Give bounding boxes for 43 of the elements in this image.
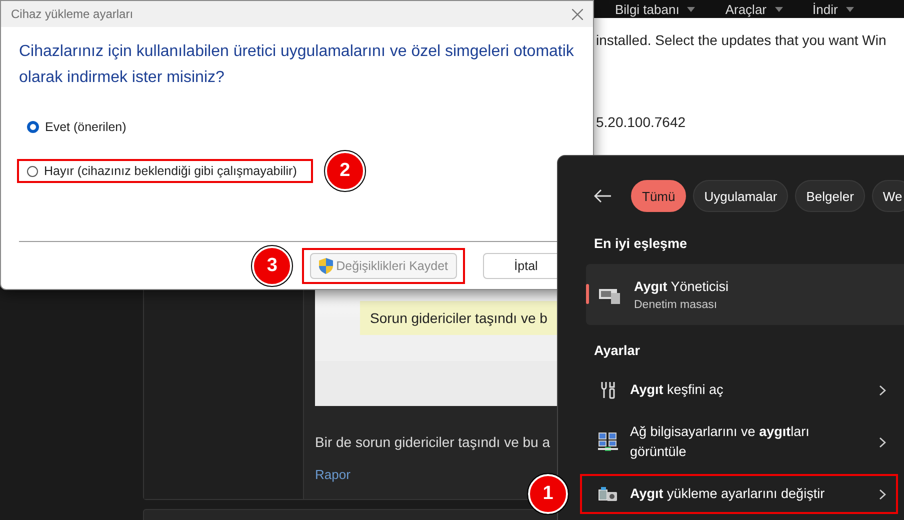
filter-tab[interactable]: We xyxy=(872,180,904,212)
number-badge: 2 xyxy=(324,151,365,191)
network-icon xyxy=(598,432,618,452)
result-title: Aygıt Yöneticisi xyxy=(634,278,729,294)
shield-icon xyxy=(319,258,334,274)
radio-button[interactable] xyxy=(27,121,39,133)
device-icon xyxy=(598,484,618,504)
note-text: Sorun gidericiler taşındı ve b xyxy=(360,301,558,335)
result-label: Aygıt yükleme ayarlarını değiştir xyxy=(630,485,826,503)
window-title: Cihaz yükleme ayarları xyxy=(11,7,134,21)
post-text: Bir de sorun gidericiler taşındı ve bu a xyxy=(315,434,550,450)
result-label: Ağ bilgisayarlarını ve aygıtları görüntüle xyxy=(630,423,810,461)
filter-tab[interactable]: Belgeler xyxy=(795,180,865,212)
nav-menu-item[interactable]: Araçlar xyxy=(725,2,783,16)
page-text: 5.20.100.7642 xyxy=(596,114,687,130)
caret-icon xyxy=(846,6,854,12)
selection-accent xyxy=(586,284,589,304)
chevron-icon xyxy=(879,384,886,396)
back-arrow-icon[interactable] xyxy=(594,189,612,203)
chevron-icon xyxy=(879,436,886,448)
chevron-icon xyxy=(879,488,886,500)
radio-button[interactable] xyxy=(27,166,38,176)
question-text: Cihazlarınız için kullanılabilen üretici uygulamalarını ve özel simgeleri otomatik olarak indirmek ister misiniz? xyxy=(19,42,575,88)
radio-option[interactable]: Evet (önerilen) xyxy=(17,115,142,139)
section-heading: Ayarlar xyxy=(593,343,642,358)
close-icon[interactable] xyxy=(572,8,583,20)
report-link[interactable]: Rapor xyxy=(315,467,350,482)
result-subtitle: Denetim masası xyxy=(634,298,718,310)
filter-tab[interactable]: Tümü xyxy=(631,180,686,212)
nav-menu-item[interactable]: İndir xyxy=(812,2,854,16)
best-match-result[interactable]: Aygıt Yöneticisi Denetim masası xyxy=(586,264,904,325)
section-heading: En iyi eşleşme xyxy=(593,236,688,251)
caret-icon xyxy=(687,6,696,12)
nav-menu-item[interactable]: Bilgi tabanı xyxy=(615,2,696,16)
settings-result[interactable]: Aygıt keşfini aç xyxy=(580,370,898,410)
page-text: installed. Select the updates that you want Win xyxy=(596,32,888,48)
number-badge: 3 xyxy=(252,246,292,286)
settings-result[interactable]: Ağ bilgisayarlarını ve aygıtları görüntüle xyxy=(580,414,898,470)
result-label: Aygıt keşfini aç xyxy=(630,381,724,399)
caret-icon xyxy=(774,6,783,12)
radio-option[interactable]: Hayır (cihazınız beklendiği gibi çalışmayabilir) xyxy=(17,159,313,183)
number-badge: 1 xyxy=(528,474,568,514)
filter-tab[interactable]: Uygulamalar xyxy=(693,180,788,212)
